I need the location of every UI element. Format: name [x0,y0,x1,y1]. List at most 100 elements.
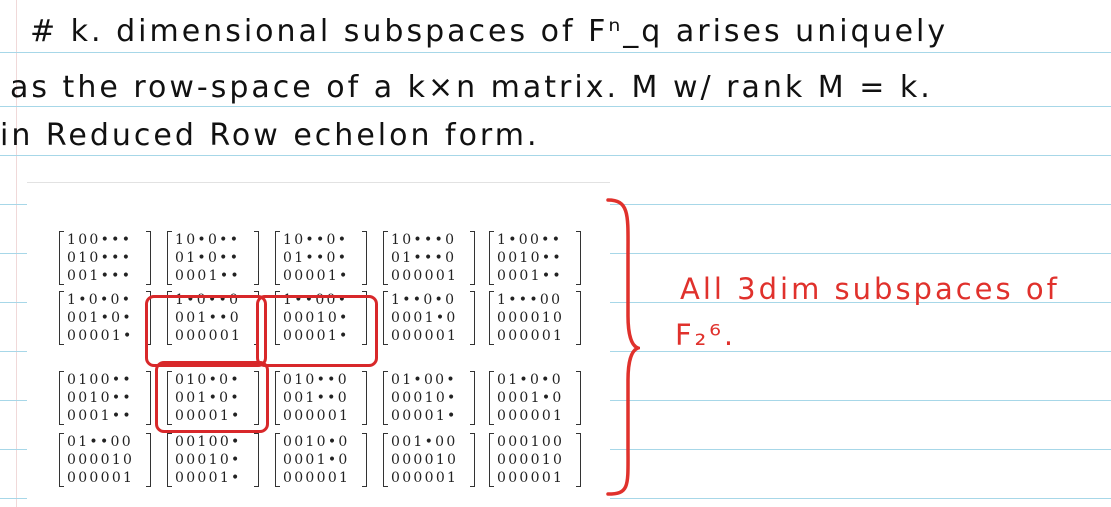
matrix-row: 0010•0 [283,434,350,450]
matrix-row: 0010•• [67,390,133,406]
matrix-row: 0001•0 [391,310,458,326]
matrix-cell: 001•00 000010 000001 [381,431,477,489]
matrix-row: 1•••00 [497,292,563,308]
matrix-cell: 01•00• 00010• 00001• [381,369,477,427]
ruled-line [0,106,1111,107]
note-line-2: as the row-space of a k×n matrix. M w/ r… [10,70,933,105]
matrix-row: 001••0 [283,390,349,406]
matrix-row: 000001 [283,408,351,424]
matrix-right-bracket [470,291,475,345]
matrix-cell: 000100 000010 000001 [487,431,583,489]
ruled-line [0,52,1111,53]
matrix-cell: 0010•0 0001•0 000001 [273,431,369,489]
matrix-cell: 1•••00 000010 000001 [487,289,583,347]
matrix-cell: 10•••0 01•••0 000001 [381,229,477,287]
matrix-right-bracket [470,433,475,487]
matrix-row: 010••• [67,250,133,266]
matrix-row: 0010•• [497,250,563,266]
matrix-right-bracket [254,433,259,487]
matrix-row: 01•0•0 [497,372,563,388]
matrix-row: 010••0 [283,372,349,388]
matrix-cell: 1•0•0• 001•0• 00001• [57,289,153,347]
matrix-cell: 010••0 001••0 000001 [273,369,369,427]
matrix-cell: 01•0•0 0001•0 000001 [487,369,583,427]
matrix-row: 01••0• [283,250,349,266]
ruled-line [0,155,1111,156]
matrix-left-bracket [383,231,388,285]
matrix-cell: 1••0•0 0001•0 000001 [381,289,477,347]
note-line-3: in Reduced Row echelon form. [0,118,540,153]
matrix-left-bracket [383,371,388,425]
matrix-row: 0001•0 [497,390,564,406]
matrix-right-bracket [470,371,475,425]
matrix-cell: 01••00 000010 000001 [57,431,153,489]
matrix-row: 00001• [67,328,134,344]
matrix-left-bracket [489,291,494,345]
matrix-row: 000001 [497,328,565,344]
matrix-row: 10•••0 [391,232,457,248]
matrix-row: 01••00 [67,434,133,450]
matrix-cell: 00100• 00010• 00001• [165,431,261,489]
matrix-right-bracket [362,433,367,487]
matrix-row: 00001• [391,408,458,424]
matrix-left-bracket [489,433,494,487]
matrix-cell: 1•00•• 0010•• 0001•• [487,229,583,287]
matrix-row: 000001 [497,408,565,424]
matrix-row: 1•0•0• [67,292,133,308]
matrix-cell: 10•0•• 01•0•• 0001•• [165,229,261,287]
matrix-left-bracket [275,231,280,285]
matrix-row: 000001 [391,470,459,486]
matrix-left-bracket [167,433,172,487]
matrix-right-bracket [576,433,581,487]
matrix-row: 01•00• [391,372,457,388]
matrix-row: 000001 [391,268,459,284]
matrix-row: 0001•0 [283,452,350,468]
matrix-row: 01•0•• [175,250,241,266]
curly-brace-icon [606,198,640,496]
matrix-row: 000010 [391,452,459,468]
matrix-left-bracket [59,231,64,285]
matrix-right-bracket [146,231,151,285]
matrix-cell: 10••0• 01••0• 00001• [273,229,369,287]
matrix-right-bracket [576,371,581,425]
matrix-row: 01•••0 [391,250,457,266]
matrix-row: 0001•• [67,408,133,424]
matrix-row: 000001 [67,470,135,486]
matrix-right-bracket [576,291,581,345]
red-highlight-box [145,295,267,367]
annotation-line-1: All 3dim subspaces of [680,272,1060,306]
matrix-row: 00010• [391,390,458,406]
matrix-left-bracket [275,371,280,425]
matrix-row: 000001 [391,328,459,344]
matrix-table-image: 100••• 010••• 001••• 10•0•• 01•0•• 0001•• 10••… [27,182,610,501]
note-line-1: # k. dimensional subspaces of Fⁿ_q arise… [30,14,949,49]
matrix-row: 001••• [67,268,133,284]
matrix-row: 100••• [67,232,133,248]
matrix-row: 0100•• [67,372,133,388]
matrix-left-bracket [383,291,388,345]
matrix-left-bracket [275,433,280,487]
matrix-right-bracket [576,231,581,285]
matrix-row: 000001 [283,470,351,486]
matrix-row: 0001•• [175,268,241,284]
matrix-left-bracket [383,433,388,487]
matrix-row: 000100 [497,434,565,450]
matrix-row: 00100• [175,434,242,450]
matrix-cell: 100••• 010••• 001••• [57,229,153,287]
matrix-left-bracket [59,371,64,425]
matrix-left-bracket [489,231,494,285]
matrix-row: 00001• [175,470,242,486]
matrix-right-bracket [254,231,259,285]
matrix-right-bracket [146,433,151,487]
matrix-row: 00010• [175,452,242,468]
matrix-row: 1•00•• [497,232,563,248]
matrix-right-bracket [362,231,367,285]
matrix-left-bracket [167,231,172,285]
matrix-row: 10•0•• [175,232,241,248]
matrix-right-bracket [470,231,475,285]
matrix-row: 1••0•0 [391,292,457,308]
matrix-row: 000010 [497,452,565,468]
matrix-left-bracket [59,291,64,345]
matrix-row: 00001• [283,268,350,284]
matrix-row: 000001 [497,470,565,486]
